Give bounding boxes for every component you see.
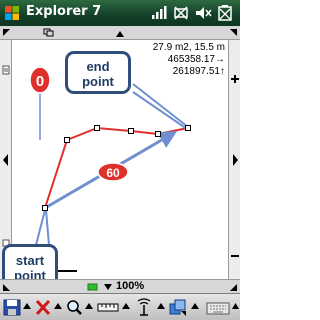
gps-status-indicator bbox=[87, 283, 98, 291]
track-vertex bbox=[155, 131, 161, 137]
bottom-toolbar bbox=[0, 293, 240, 320]
track-vertex bbox=[94, 125, 100, 131]
end-point-callout: end point bbox=[65, 51, 131, 94]
pan-northeast-icon[interactable] bbox=[230, 29, 237, 36]
area-distance-text: 27.9 m2, 15.5 m bbox=[152, 42, 225, 53]
connectivity-icon[interactable] bbox=[172, 4, 190, 22]
pan-west-icon[interactable] bbox=[3, 154, 8, 166]
start-point-pointer-left bbox=[35, 209, 46, 246]
menu-arrow-icon[interactable] bbox=[22, 297, 32, 317]
track-vertex bbox=[185, 125, 191, 131]
track-vertex bbox=[42, 205, 48, 211]
ruler-icon[interactable] bbox=[97, 297, 119, 317]
track-vertex bbox=[64, 137, 70, 143]
segment-length-badge: 60 bbox=[97, 162, 129, 182]
pan-south-icon[interactable] bbox=[104, 284, 112, 290]
map-scale-icon bbox=[2, 65, 10, 75]
northing-text: 261897.51↑ bbox=[172, 66, 225, 77]
measurement-readout: 27.9 m2, 15.5 m 465358.17→ 261897.51↑ bbox=[153, 42, 225, 78]
menu-arrow-icon[interactable] bbox=[231, 297, 240, 317]
title-bar: Explorer 7 bbox=[0, 0, 240, 26]
keyboard-icon[interactable] bbox=[206, 297, 230, 317]
pan-north-icon[interactable] bbox=[116, 31, 124, 37]
window-switch-icon[interactable] bbox=[43, 28, 54, 37]
easting-text: 465358.17→ bbox=[167, 54, 225, 65]
battery-icon[interactable] bbox=[216, 4, 234, 22]
end-point-pointer-lower bbox=[132, 91, 188, 130]
delete-icon[interactable] bbox=[34, 297, 52, 317]
pan-southwest-icon[interactable] bbox=[3, 284, 10, 291]
pan-southeast-icon[interactable] bbox=[230, 284, 237, 291]
menu-arrow-icon[interactable] bbox=[121, 297, 131, 317]
bottom-status-bar[interactable]: 100% bbox=[0, 279, 240, 293]
gps-antenna-icon[interactable] bbox=[134, 297, 154, 317]
signal-icon[interactable] bbox=[150, 4, 168, 22]
end-point-pointer-upper bbox=[132, 83, 189, 128]
menu-arrow-icon[interactable] bbox=[84, 297, 94, 317]
start-point-pointer-right bbox=[45, 209, 50, 246]
app-title: Explorer 7 bbox=[26, 4, 102, 19]
zoom-level[interactable]: 100% bbox=[116, 280, 144, 292]
menu-arrow-icon[interactable] bbox=[156, 297, 166, 317]
zoom-in-icon[interactable] bbox=[231, 75, 239, 83]
volume-mute-icon[interactable] bbox=[194, 4, 212, 22]
menu-arrow-icon[interactable] bbox=[190, 297, 200, 317]
pan-northwest-icon[interactable] bbox=[3, 29, 10, 36]
start-marker-badge: 0 bbox=[29, 66, 51, 94]
layers-icon[interactable] bbox=[168, 297, 188, 317]
svg-text:0: 0 bbox=[36, 73, 44, 90]
menu-arrow-icon[interactable] bbox=[53, 297, 63, 317]
pan-east-icon[interactable] bbox=[233, 154, 238, 166]
windows-logo-icon[interactable] bbox=[4, 5, 20, 21]
zoom-icon[interactable] bbox=[65, 297, 83, 317]
top-scroll-bar[interactable] bbox=[0, 26, 240, 40]
right-side-bar[interactable] bbox=[228, 40, 240, 279]
save-icon[interactable] bbox=[3, 297, 21, 317]
svg-text:60: 60 bbox=[106, 166, 120, 180]
track-vertex bbox=[128, 128, 134, 134]
